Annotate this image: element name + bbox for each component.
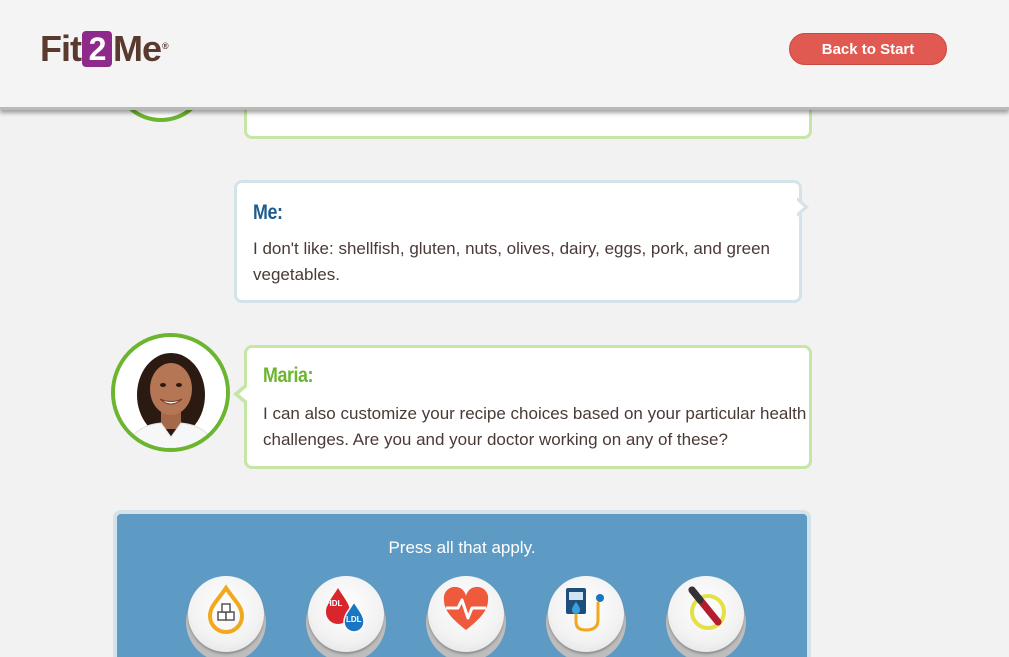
maria-message-text: I can also customize your recipe choices… [263,404,807,449]
logo-registered: ® [162,41,169,51]
option-blood-pressure-button[interactable] [546,576,626,657]
maria-portrait-icon [115,337,226,448]
logo-text-fit: Fit [40,28,82,69]
option-other-button[interactable] [666,576,746,657]
logo-text-me: Me [112,28,162,69]
back-to-start-button[interactable]: Back to Start [789,33,947,65]
blood-pressure-monitor-icon [566,588,604,632]
maria-avatar [111,333,230,452]
sugar-cubes-drop-icon [207,584,245,634]
cholesterol-icon [326,588,365,633]
user-message-bubble: Me: I don't like: shellfish, gluten, nut… [234,180,802,303]
heart-rate-icon [443,586,489,630]
option-heart-health-button[interactable] [426,576,506,657]
user-message-text: I don't like: shellfish, gluten, nuts, o… [253,239,770,284]
no-thermometer-icon [688,586,726,630]
ldl-label: LDL [346,615,362,624]
panel-instruction: Press all that apply. [388,538,536,557]
hdl-label: HDL [326,599,343,608]
health-options-panel: Press all that apply. HDL LDL [113,510,811,657]
option-diabetes-button[interactable] [186,576,266,657]
speaker-name-me: Me: [253,201,283,224]
app-header: Fit 2 Me ® Back to Start [0,0,1009,110]
fit2me-logo[interactable]: Fit 2 Me ® [40,26,169,72]
option-cholesterol-button[interactable]: HDL LDL [306,576,386,657]
logo-text-2: 2 [81,31,112,67]
speaker-name-maria: Maria: [263,364,314,387]
maria-message-bubble: Maria: I can also customize your recipe … [244,345,812,469]
